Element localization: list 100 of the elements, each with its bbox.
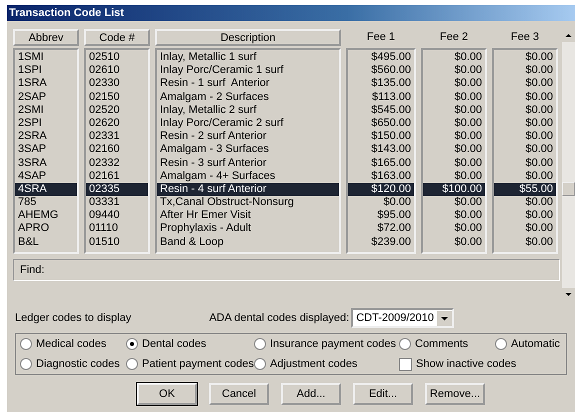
list-item[interactable]: 01110 [86,222,148,236]
list-item[interactable]: $0.00 [423,104,485,117]
list-item[interactable]: $0.00 [494,196,556,210]
list-item[interactable]: 4SRA [15,182,77,196]
list-item[interactable]: $0.00 [423,51,485,64]
list-item[interactable]: 02331 [86,130,148,144]
list-item[interactable]: APRO [15,222,77,236]
list-item[interactable]: $0.00 [423,209,485,222]
radio-button[interactable]: Adjustment codes [254,357,399,371]
list-item[interactable]: Resin - 3 surf Anterior [157,156,339,170]
list-item[interactable]: $0.00 [494,90,556,104]
list-item[interactable]: 1SPI [15,64,77,78]
list-item[interactable]: $120.00 [348,182,414,196]
list-item[interactable]: After Hr Emer Visit [157,209,339,222]
list-item[interactable]: $560.00 [348,64,414,78]
radio-button[interactable]: Automatic [495,337,565,351]
list-item[interactable]: $0.00 [494,77,556,91]
radio-button[interactable]: Medical codes [20,337,126,351]
list-item[interactable]: Band & Loop [157,236,339,249]
list-item[interactable]: $0.00 [423,170,485,183]
radio-button[interactable]: Comments [399,337,495,351]
list-item[interactable]: Prophylaxis - Adult [157,222,339,236]
list-item[interactable]: 02161 [86,170,148,183]
list-item[interactable]: Resin - 2 surf Anterior [157,130,339,144]
list-item[interactable]: Amalgam - 2 Surfaces [157,90,339,104]
list-item[interactable]: $95.00 [348,209,414,222]
scroll-thumb[interactable] [562,182,575,196]
list-item[interactable]: 1SRA [15,77,77,91]
radio-button[interactable]: Patient payment codes [126,357,254,371]
list-item[interactable]: $0.00 [423,236,485,249]
list-item[interactable]: 02510 [86,51,148,64]
radio-button[interactable]: Diagnostic codes [20,357,126,371]
list-item[interactable]: 2SMI [15,104,77,117]
list-item[interactable]: B&L [15,236,77,249]
dialog-button[interactable]: Edit... [353,383,413,405]
list-item[interactable]: Inlay Porc/Ceramic 1 surf [157,64,339,78]
list-item[interactable]: $0.00 [423,130,485,144]
list-item[interactable]: $143.00 [348,143,414,156]
list-item[interactable]: $135.00 [348,77,414,91]
list-item[interactable]: 01510 [86,236,148,249]
list-item[interactable]: AHEMG [15,209,77,222]
list-item[interactable]: 02332 [86,156,148,170]
list-item[interactable]: $0.00 [423,222,485,236]
list-item[interactable]: 3SRA [15,156,77,170]
list-item[interactable]: 2SAP [15,90,77,104]
list-item[interactable]: $150.00 [348,130,414,144]
list-item[interactable]: 4SAP [15,170,77,183]
list-item[interactable]: $0.00 [423,77,485,91]
list-item[interactable]: 02520 [86,104,148,117]
list-item[interactable]: $0.00 [494,236,556,249]
list-item[interactable]: $113.00 [348,90,414,104]
list-item[interactable]: $0.00 [348,196,414,210]
list-item[interactable]: $0.00 [494,170,556,183]
list-item[interactable]: Amalgam - 3 Surfaces [157,143,339,156]
list-item[interactable]: $495.00 [348,51,414,64]
list-item[interactable]: 785 [15,196,77,210]
list-item[interactable]: $0.00 [423,90,485,104]
checkbox[interactable]: Show inactive codes [399,357,565,371]
list-item[interactable]: Amalgam - 4+ Surfaces [157,170,339,183]
list-item[interactable]: 02160 [86,143,148,156]
ada-dropdown[interactable]: CDT-2009/2010 [351,308,454,328]
list-item[interactable]: Resin - 1 surf Anterior [157,77,339,91]
list-item[interactable]: $165.00 [348,156,414,170]
list-item[interactable]: Inlay, Metallic 1 surf [157,51,339,64]
list-item[interactable]: 02335 [86,182,148,196]
find-field[interactable]: Find: [13,259,560,281]
list-item[interactable]: Inlay, Metallic 2 surf [157,104,339,117]
list-item[interactable]: $0.00 [494,209,556,222]
list-item[interactable]: $545.00 [348,104,414,117]
list-item[interactable]: $0.00 [494,64,556,78]
list-item[interactable]: Inlay Porc/Ceramic 2 surf [157,116,339,130]
list-item[interactable]: $0.00 [494,143,556,156]
list-item[interactable]: $0.00 [494,104,556,117]
list-item[interactable]: 02150 [86,90,148,104]
list-item[interactable]: $650.00 [348,116,414,130]
list-item[interactable]: $55.00 [494,182,556,196]
list-item[interactable]: Tx,Canal Obstruct-Nonsurg [157,196,339,210]
list-item[interactable]: 3SAP [15,143,77,156]
list-item[interactable]: $0.00 [494,116,556,130]
list-item[interactable]: 1SMI [15,51,77,64]
list-item[interactable]: 02330 [86,77,148,91]
dialog-button[interactable]: Add... [281,383,341,405]
dialog-button[interactable]: Remove... [425,383,485,405]
list-item[interactable]: 02620 [86,116,148,130]
list-item[interactable]: $100.00 [423,182,485,196]
list-item[interactable]: $0.00 [423,116,485,130]
column-header[interactable]: Code # [84,29,150,46]
list-item[interactable]: 09440 [86,209,148,222]
list-item[interactable]: $0.00 [494,51,556,64]
list-item[interactable]: 2SRA [15,130,77,144]
dialog-button[interactable]: Cancel [209,383,269,405]
radio-button[interactable]: Dental codes [126,337,254,351]
list-item[interactable]: $239.00 [348,236,414,249]
list-item[interactable]: $0.00 [494,130,556,144]
list-item[interactable]: 02610 [86,64,148,78]
column-header[interactable]: Abbrev [13,29,79,46]
list-item[interactable]: Resin - 4 surf Anterior [157,182,339,196]
list-item[interactable]: $72.00 [348,222,414,236]
list-item[interactable]: 2SPI [15,116,77,130]
dialog-button[interactable]: OK [137,383,197,405]
